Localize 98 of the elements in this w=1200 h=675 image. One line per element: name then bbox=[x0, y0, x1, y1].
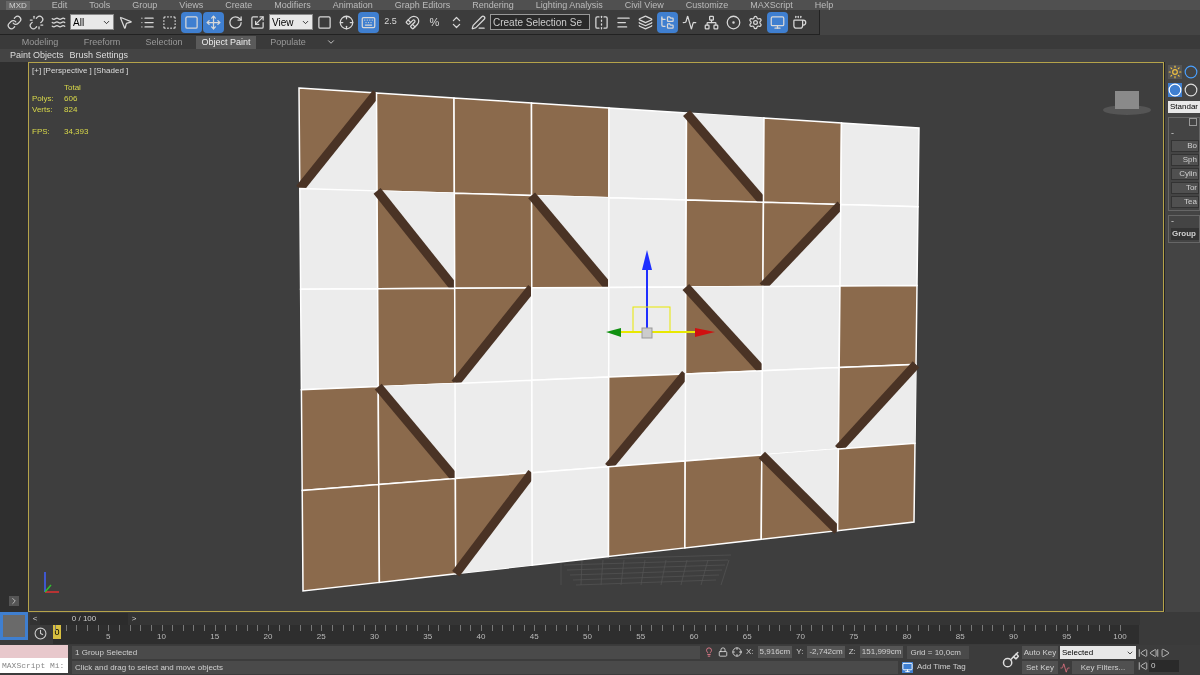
menu-item[interactable]: Rendering bbox=[472, 0, 514, 10]
move-icon[interactable] bbox=[203, 11, 224, 33]
create-tab-icon[interactable] bbox=[1168, 65, 1182, 79]
axis-label: X: bbox=[746, 646, 754, 658]
frame-number: 5 bbox=[106, 632, 111, 642]
stats-label: Verts: bbox=[32, 104, 54, 115]
square-icon bbox=[3, 615, 25, 637]
window-crossing-icon[interactable] bbox=[181, 11, 202, 33]
stats-value: 824 bbox=[64, 104, 79, 115]
key-icon[interactable] bbox=[1002, 651, 1020, 669]
menu-item[interactable]: Civil View bbox=[624, 0, 664, 10]
ribbon-tab[interactable]: Modeling bbox=[10, 35, 70, 49]
frame-number: 45 bbox=[529, 632, 539, 642]
object-type-button[interactable]: Tor bbox=[1171, 182, 1199, 194]
menu-item[interactable]: Create bbox=[225, 0, 253, 10]
menu-item[interactable]: MAXScript bbox=[750, 0, 793, 10]
lock-icon[interactable] bbox=[718, 647, 728, 657]
stats-label: Polys: bbox=[32, 93, 55, 104]
current-frame-field[interactable]: 0 bbox=[1149, 660, 1179, 672]
key-curve-icon[interactable] bbox=[1060, 662, 1070, 673]
menu-item[interactable]: Group bbox=[132, 0, 158, 10]
frame-number: 20 bbox=[263, 632, 273, 642]
app-logo[interactable]: MXD bbox=[6, 1, 30, 10]
menu-item[interactable]: Help bbox=[814, 0, 834, 10]
stats-header: Total bbox=[64, 82, 82, 93]
time-slider[interactable]: 0 / 100 bbox=[40, 612, 128, 625]
previous-frame-icon[interactable] bbox=[1149, 648, 1159, 658]
frame-number: 100 bbox=[1113, 632, 1127, 642]
expand-icon[interactable] bbox=[9, 596, 19, 606]
frame-number: 75 bbox=[849, 632, 859, 642]
frame-number: 25 bbox=[316, 632, 326, 642]
frame-number: 85 bbox=[955, 632, 965, 642]
go-to-start-icon[interactable] bbox=[1138, 648, 1148, 658]
object-type-button[interactable]: Cylin bbox=[1171, 168, 1199, 180]
frame-number: 40 bbox=[476, 632, 486, 642]
frame-number: 80 bbox=[902, 632, 912, 642]
group-dropdown[interactable]: Group bbox=[1171, 228, 1199, 240]
ribbon-panel-title[interactable]: Paint Objects bbox=[10, 48, 64, 63]
menu-item[interactable]: Lighting Analysis bbox=[535, 0, 603, 10]
ribbon-tab[interactable]: Selection bbox=[134, 35, 194, 49]
frame-number: 50 bbox=[583, 632, 592, 642]
stats-value: 606 bbox=[64, 93, 79, 104]
menu-item[interactable]: Edit bbox=[51, 0, 68, 10]
keyboard-shortcut-icon[interactable] bbox=[358, 11, 379, 33]
object-type-button[interactable]: Sph bbox=[1171, 154, 1199, 166]
fps-label: FPS: bbox=[32, 126, 51, 137]
axis-label: Z: bbox=[848, 646, 856, 658]
coordinate-field[interactable]: -2,742cm bbox=[807, 646, 845, 658]
ribbon-panel-title[interactable]: Brush Settings bbox=[69, 48, 129, 63]
fps-value: 34,393 bbox=[64, 126, 90, 137]
key-filters-button[interactable]: Key Filters... bbox=[1072, 661, 1134, 674]
frame-number: 30 bbox=[370, 632, 379, 642]
play-icon[interactable] bbox=[1160, 648, 1170, 658]
maxscript-listener-field[interactable]: MAXScript Mi: bbox=[0, 658, 68, 673]
percent-snap-toggle[interactable]: % bbox=[424, 11, 445, 33]
frame-number: 55 bbox=[636, 632, 646, 642]
ribbon-tab[interactable]: Object Paint bbox=[196, 35, 256, 49]
key-mode-dropdown[interactable]: Selected bbox=[1060, 646, 1136, 659]
selection-filter-dropdown[interactable]: All bbox=[70, 14, 114, 30]
frame-number: 35 bbox=[423, 632, 433, 642]
checkbox[interactable] bbox=[1189, 118, 1197, 126]
frame-number: 65 bbox=[742, 632, 752, 642]
object-type-button[interactable]: Tea bbox=[1171, 196, 1199, 208]
menu-item[interactable]: Tools bbox=[89, 0, 111, 10]
axis-tripod-icon bbox=[44, 571, 60, 593]
frame-number: 70 bbox=[796, 632, 805, 642]
frame-number: 10 bbox=[157, 632, 166, 642]
mini-curve-toggle[interactable] bbox=[0, 612, 28, 640]
menu-item[interactable]: Animation bbox=[332, 0, 373, 10]
coordinate-system-dropdown[interactable]: View bbox=[269, 14, 313, 30]
rollout-toggle[interactable]: - bbox=[1171, 128, 1199, 138]
ribbon-tab[interactable]: Freeform bbox=[72, 35, 132, 49]
set-key-button[interactable]: Set Key bbox=[1022, 661, 1058, 674]
frame-number: 90 bbox=[1009, 632, 1018, 642]
frame-number: 60 bbox=[689, 632, 699, 642]
snap-toggle[interactable]: 2.5 bbox=[380, 11, 401, 33]
add-time-tag[interactable]: Add Time Tag bbox=[917, 661, 966, 673]
menu-item[interactable]: Graph Editors bbox=[394, 0, 451, 10]
previous-frame-button[interactable]: < bbox=[30, 612, 40, 625]
grid-size: Grid = 10,0cm bbox=[907, 645, 970, 659]
rollout-toggle[interactable]: - bbox=[1171, 216, 1199, 226]
category-dropdown[interactable]: Standar bbox=[1168, 101, 1200, 113]
selection-status: 1 Group Selected bbox=[72, 645, 700, 659]
menu-item[interactable]: Views bbox=[179, 0, 204, 10]
axis-label: Y: bbox=[796, 646, 804, 658]
menu-item[interactable]: Modifiers bbox=[274, 0, 311, 10]
coordinate-field[interactable]: 5,916cm bbox=[757, 646, 793, 658]
viewport-label[interactable]: [+] [Perspective ] [Shaded ] bbox=[32, 65, 1163, 76]
named-selection-field[interactable]: Create Selection Se bbox=[490, 14, 590, 30]
coordinate-field[interactable]: 151,999cm bbox=[859, 646, 904, 658]
object-type-button[interactable]: Bo bbox=[1171, 140, 1199, 152]
ribbon-menu-icon[interactable] bbox=[326, 37, 336, 47]
frame-number: 15 bbox=[210, 632, 220, 642]
menu-item[interactable]: Customize bbox=[685, 0, 729, 10]
viewcube-drawing bbox=[1103, 91, 1151, 115]
auto-key-button[interactable]: Auto Key bbox=[1022, 646, 1058, 659]
frame-number: 95 bbox=[1062, 632, 1072, 642]
ribbon-tab[interactable]: Populate bbox=[258, 35, 318, 49]
